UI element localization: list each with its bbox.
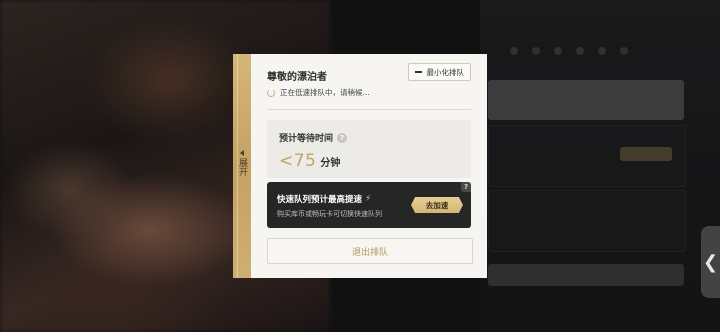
chevron-left-icon (240, 150, 244, 156)
expand-strip[interactable]: 展开 (233, 54, 251, 278)
wait-time-number: <75 (279, 151, 317, 171)
wait-time-unit: 分钟 (320, 158, 341, 169)
dialog-title: 尊敬的漂泊者 (267, 72, 327, 83)
wait-time-title: 预计等待时间 (279, 134, 334, 144)
minimize-label: 最小化排队 (426, 67, 465, 77)
boost-panel: 快速队列预计最高提速 ⚡ 购买库币或畅玩卡可切换快速队列 ? 去加速 (267, 182, 471, 228)
queue-status: 正在低速排队中，请稍候... (267, 87, 370, 98)
chevron-left-icon: ❮ (702, 251, 719, 273)
bolt-icon: ⚡ (365, 194, 372, 204)
wait-time-panel: 预计等待时间 ? <75 分钟 (267, 120, 471, 178)
boost-title: 快速队列预计最高提速 (277, 195, 363, 205)
help-icon[interactable]: ? (337, 132, 348, 143)
minimize-queue-button[interactable]: 最小化排队 (407, 63, 471, 81)
speed-up-button[interactable]: 去加速 (411, 197, 463, 213)
exit-queue-button[interactable]: 退出排队 (267, 238, 473, 264)
minimize-icon (414, 71, 422, 73)
help-icon[interactable]: ? (461, 182, 471, 192)
expand-label: 展开 (237, 158, 247, 176)
divider (267, 109, 471, 110)
wait-time-value: <75 分钟 (279, 151, 340, 171)
wait-time-heading: 预计等待时间 ? (279, 131, 348, 144)
status-text: 正在低速排队中，请稍候... (280, 88, 370, 97)
expand-button[interactable]: 展开 (233, 150, 251, 176)
boost-subtitle: 购买库币或畅玩卡可切换快速队列 (277, 210, 382, 218)
side-drawer-handle[interactable]: ❮ (701, 226, 720, 298)
spinner-icon (267, 88, 275, 97)
queue-dialog: 展开 尊敬的漂泊者 最小化排队 正在低速排队中，请稍候... 预计等待时间 ? … (233, 54, 487, 278)
boost-heading: 快速队列预计最高提速 ⚡ (277, 193, 371, 205)
